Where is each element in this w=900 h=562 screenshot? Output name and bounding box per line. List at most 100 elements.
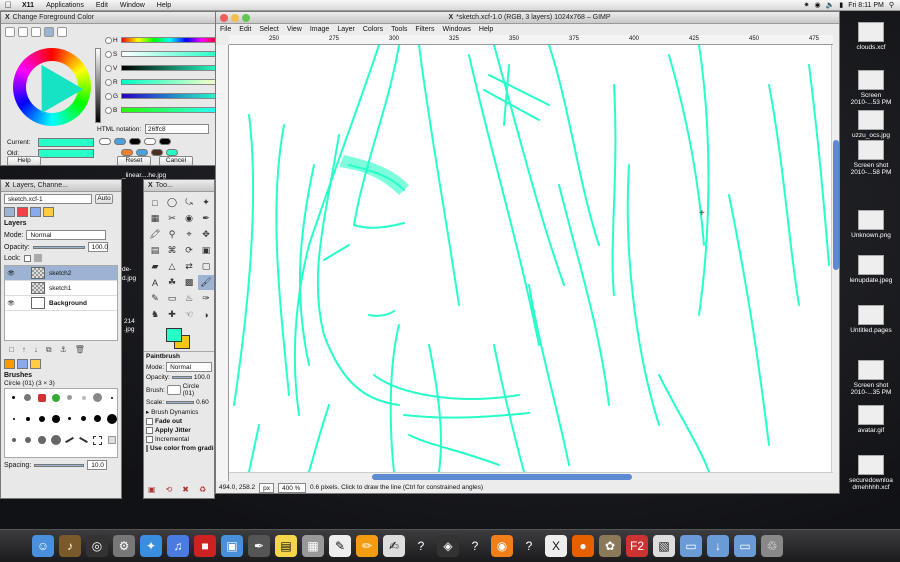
menu-image[interactable]: Image	[308, 26, 335, 33]
downloads-icon[interactable]: ↓	[707, 535, 729, 557]
pen-icon[interactable]: ✒	[248, 535, 270, 557]
itunes-icon[interactable]: ♫	[167, 535, 189, 557]
brush-item[interactable]	[78, 413, 89, 424]
desktop-icon[interactable]: Screen 2010-...53 PM	[844, 70, 898, 106]
channel-slider[interactable]	[121, 107, 219, 113]
brush-preview[interactable]	[166, 385, 181, 395]
channel-slider[interactable]	[121, 93, 219, 99]
history-swatch[interactable]	[159, 138, 171, 145]
channel-radio[interactable]	[105, 106, 112, 114]
gradients-tab-icon[interactable]	[30, 359, 41, 369]
clock[interactable]: Fri 8:11 PM	[848, 2, 884, 9]
folder-icon[interactable]: ▭	[734, 535, 756, 557]
menu-layer[interactable]: Layer	[335, 26, 361, 33]
eraser-icon[interactable]: ▭	[164, 291, 180, 306]
clone-icon[interactable]: ♞	[147, 307, 163, 322]
garageband-icon[interactable]: ♪	[59, 535, 81, 557]
camera-icon[interactable]	[5, 27, 15, 37]
bluetooth-icon[interactable]: ✷	[804, 1, 810, 9]
history-swatch[interactable]	[166, 149, 178, 156]
history-swatch[interactable]	[99, 138, 111, 145]
desktop-icon[interactable]: clouds.xcf	[844, 22, 898, 51]
layer-name[interactable]: sketch1	[49, 285, 71, 292]
brush-item[interactable]	[78, 435, 89, 446]
history-swatch[interactable]	[151, 149, 163, 156]
brush-icon[interactable]	[18, 27, 28, 37]
channel-radio[interactable]	[105, 50, 112, 58]
volume-icon[interactable]: 🔈	[826, 1, 835, 9]
menu-tools[interactable]: Tools	[389, 26, 413, 33]
color-picker-icon[interactable]: 🖍	[147, 227, 163, 242]
foreground-color-swatch[interactable]	[166, 328, 182, 342]
brush-item[interactable]	[92, 413, 103, 424]
apple-icon[interactable]: 	[0, 0, 16, 10]
brush-value[interactable]: Circle (01)	[183, 383, 212, 397]
measure-icon[interactable]: ⌖	[181, 227, 197, 242]
watercolor-icon[interactable]	[57, 27, 67, 37]
layer-row[interactable]: 👁 sketch2	[5, 266, 117, 281]
zoom-select[interactable]: 400 %	[278, 482, 307, 493]
paths-icon[interactable]: ✒	[198, 211, 214, 226]
history-swatch[interactable]	[121, 149, 133, 156]
menu-file[interactable]: File	[218, 26, 237, 33]
desktop-label-left[interactable]: _linear....he.jpg	[122, 172, 166, 179]
undo-tab-icon[interactable]	[43, 207, 54, 217]
channel-slider[interactable]	[121, 37, 219, 43]
script-icon[interactable]: ✎	[329, 535, 351, 557]
duplicate-layer-icon[interactable]: ⧉	[46, 345, 52, 355]
folder-icon[interactable]: ▭	[680, 535, 702, 557]
tool-opacity-slider[interactable]	[171, 376, 192, 379]
brush-item[interactable]	[64, 435, 75, 446]
dialog-titlebar[interactable]: X Change Foreground Color	[1, 12, 219, 24]
preview-icon[interactable]: ▧	[653, 535, 675, 557]
rect-select-icon[interactable]: □	[147, 195, 163, 210]
reset-button[interactable]: Reset	[117, 156, 151, 165]
desktop-icon[interactable]: lenupdate.jpeg	[844, 255, 898, 284]
blend-icon[interactable]: ▩	[181, 275, 197, 290]
battery-icon[interactable]: ▮	[839, 1, 843, 9]
paths-tab-icon[interactable]	[30, 207, 41, 217]
reset-options-icon[interactable]: ♻	[199, 485, 206, 494]
eye-icon[interactable]: 👁	[5, 300, 17, 307]
channel-slider[interactable]	[121, 79, 219, 85]
brush-item[interactable]	[106, 435, 117, 446]
brush-item[interactable]	[8, 413, 19, 424]
palette-icon[interactable]	[31, 27, 41, 37]
help-button[interactable]: Help	[7, 156, 41, 165]
desktop-icon[interactable]: Untitled.pages	[844, 305, 898, 334]
gimp-titlebar[interactable]: X *sketch.xcf-1.0 (RGB, 3 layers) 1024x7…	[216, 12, 839, 24]
new-layer-icon[interactable]: □	[9, 345, 14, 355]
channel-radio[interactable]	[105, 78, 112, 86]
restore-options-icon[interactable]: ⟲	[166, 485, 173, 494]
system-prefs-icon[interactable]: ⚙	[113, 535, 135, 557]
scissors-icon[interactable]: ✂	[164, 211, 180, 226]
desktop-icon[interactable]: avatar.gif	[844, 405, 898, 434]
safari-icon[interactable]: ✦	[140, 535, 162, 557]
desktop-icon[interactable]: securedownloa dmehhhh.xcf	[844, 455, 898, 491]
save-options-icon[interactable]: ▣	[148, 485, 156, 494]
f2-icon[interactable]: F2	[626, 535, 648, 557]
menu-applications[interactable]: Applications	[40, 2, 90, 9]
perspective-icon[interactable]: △	[164, 259, 180, 274]
text-icon[interactable]: A	[147, 275, 163, 290]
delete-layer-icon[interactable]: 🗑	[75, 345, 85, 355]
spacing-value[interactable]: 10.0	[87, 460, 108, 470]
brush-item[interactable]	[64, 413, 75, 424]
gimp-icon[interactable]: ✿	[599, 535, 621, 557]
trash-icon[interactable]: ♲	[761, 535, 783, 557]
auto-button[interactable]: Auto	[95, 194, 113, 204]
desktop-icon[interactable]: uzzu_ocs.jpg	[844, 110, 898, 139]
free-select-icon[interactable]: ⤿	[181, 195, 197, 210]
menu-select[interactable]: Select	[257, 26, 284, 33]
channel-slider[interactable]	[121, 65, 219, 71]
brush-item[interactable]	[22, 392, 33, 403]
incremental-checkbox[interactable]	[146, 436, 153, 443]
fuzzy-select-icon[interactable]: ✦	[198, 195, 214, 210]
lower-layer-icon[interactable]: ↓	[34, 345, 38, 355]
desktop-label-left[interactable]: 214	[124, 318, 135, 325]
html-notation-input[interactable]: 26ffc8	[145, 124, 209, 134]
brush-item[interactable]	[50, 435, 61, 446]
wifi-icon[interactable]: ◉	[815, 1, 821, 9]
channel-radio[interactable]	[105, 36, 112, 44]
brush-item[interactable]	[64, 392, 75, 403]
